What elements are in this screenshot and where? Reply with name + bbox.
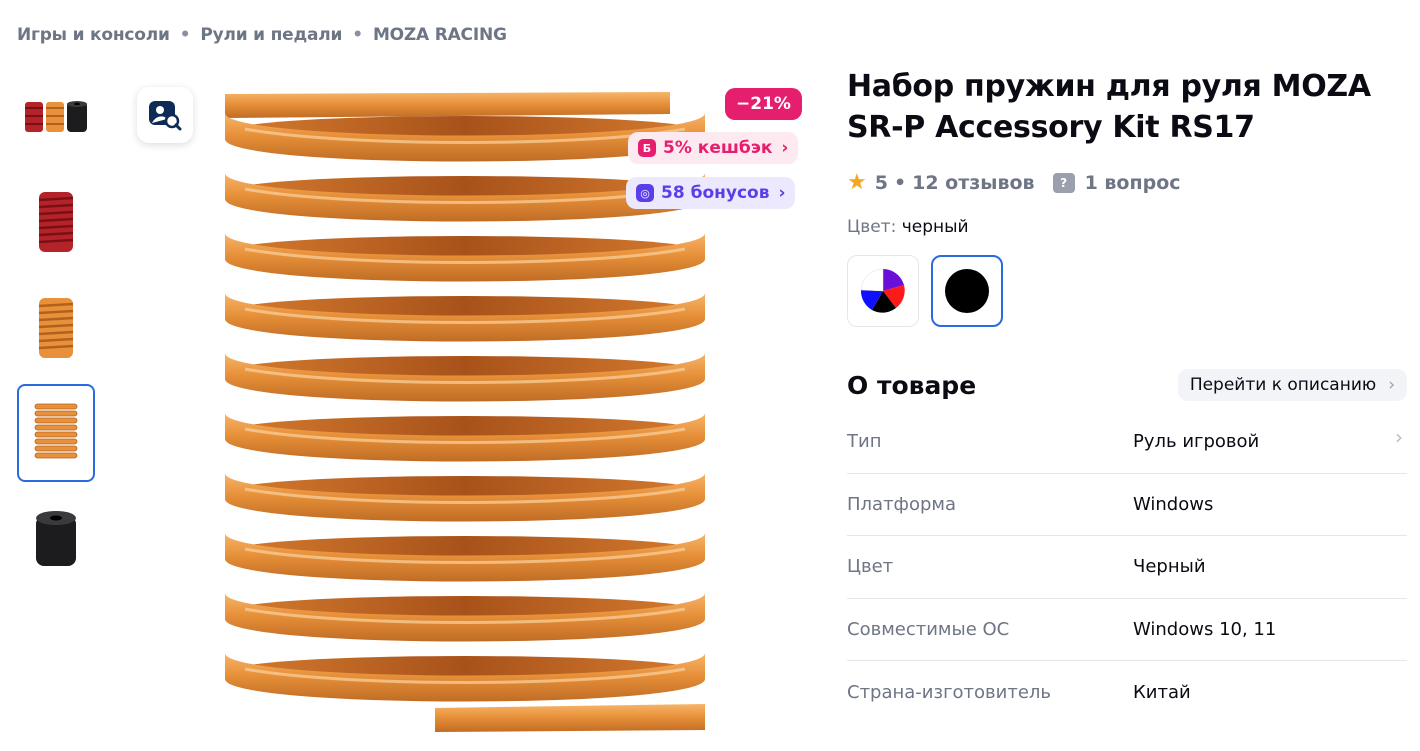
spec-value: Китай [1133,681,1191,703]
spec-row-country: Страна-изготовитель Китай [847,661,1407,724]
breadcrumb-moza-racing[interactable]: MOZA RACING [373,25,507,45]
chevron-right-icon[interactable]: › [1395,425,1403,449]
spec-row-os: Совместимые ОС Windows 10, 11 [847,599,1407,661]
spec-key: Платформа [847,493,956,515]
spec-row-platform: Платформа Windows [847,474,1407,536]
cashback-icon: Б [638,139,656,157]
thumb-red-spring[interactable] [17,172,95,270]
cashback-label: 5% кешбэк [663,138,773,158]
bonus-label: 58 бонусов [661,183,770,203]
product-title: Набор пружин для руля MOZA SR-P Accessor… [847,69,1371,145]
star-icon: ★ [847,170,867,195]
goto-description-button[interactable]: Перейти к описанию › [1177,369,1407,401]
image-search-button[interactable] [137,87,193,143]
breadcrumb-separator: • [179,25,191,45]
spec-value: Руль игровой [1133,431,1260,453]
image-search-icon [149,101,182,131]
breadcrumb-games-consoles[interactable]: Игры и консоли [17,25,170,45]
breadcrumb-separator: • [352,25,363,45]
spec-value: Windows 10, 11 [1133,618,1277,640]
about-header: О товаре Перейти к описанию › [847,369,1407,401]
color-swatches [847,255,1407,327]
questions-link[interactable]: 1 вопрос [1085,172,1181,194]
thumb-orange-spring-tall[interactable] [17,384,95,482]
spec-key: Совместимые ОС [847,618,1010,640]
spec-key: Страна-изготовитель [847,681,1052,703]
swatch-black[interactable] [931,255,1003,327]
chevron-right-icon: › [1388,375,1395,395]
product-info: Набор пружин для руля MOZA SR-P Accessor… [847,66,1407,724]
spec-list: Тип Руль игровой › Платформа Windows Цве… [847,411,1407,724]
rating-value: 5 [874,171,888,194]
question-icon: ? [1052,172,1075,193]
breadcrumb-wheels-pedals[interactable]: Рули и педали [200,25,342,45]
breadcrumb: Игры и консоли • Рули и педали • MOZA RA… [17,25,507,45]
thumbnail-strip [17,66,95,596]
rating-separator: • [893,171,907,194]
reviews-link[interactable]: 12 отзывов [912,172,1034,194]
spec-row-type[interactable]: Тип Руль игровой › [847,411,1407,474]
spec-value: Windows [1133,493,1214,515]
spec-key: Цвет [847,556,894,578]
bonus-pill[interactable]: ◎ 58 бонусов › [626,177,796,209]
color-value: черный [901,217,969,237]
spec-key: Тип [847,431,882,453]
chevron-right-icon: › [778,183,786,203]
bonus-icon: ◎ [636,184,654,202]
swatch-multicolor[interactable] [847,255,919,327]
color-label-text: Цвет: [847,217,897,237]
cashback-pill[interactable]: Б 5% кешбэк › [628,132,799,164]
thumb-springs-set[interactable] [17,66,95,164]
thumb-black-bushing[interactable] [17,490,95,588]
discount-badge: −21% [725,88,802,120]
goto-description-label: Перейти к описанию [1189,375,1377,395]
rating-row: ★ 5 • 12 отзывов ? 1 вопрос [847,170,1407,195]
thumb-orange-spring[interactable] [17,278,95,376]
about-title: О товаре [847,370,977,400]
spec-row-color: Цвет Черный [847,536,1407,599]
spec-value: Черный [1133,556,1206,578]
chevron-right-icon: › [781,138,789,158]
color-label: Цвет: черный [847,217,1407,237]
